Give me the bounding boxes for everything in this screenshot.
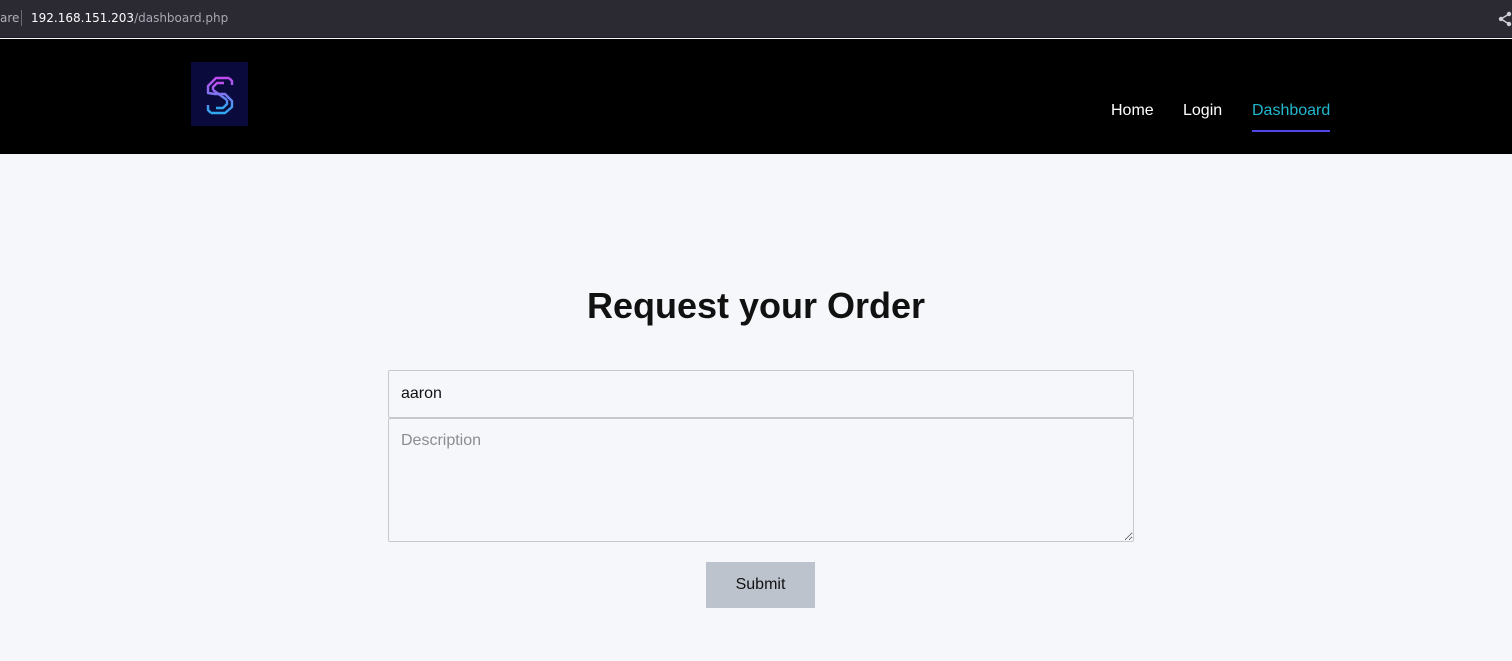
address-field[interactable]: 192.168.151.203/dashboard.php (31, 11, 228, 25)
description-textarea[interactable] (388, 418, 1134, 542)
submit-button[interactable]: Submit (706, 562, 815, 608)
browser-url-bar: are 192.168.151.203/dashboard.php (0, 0, 1512, 38)
url-separator (21, 10, 22, 26)
name-input[interactable] (388, 370, 1134, 418)
nav-dashboard-link[interactable]: Dashboard (1252, 100, 1331, 132)
page-title: Request your Order (586, 285, 926, 326)
main-nav: Home Login Dashboard (0, 100, 1512, 134)
share-icon[interactable] (1497, 11, 1512, 27)
site-header: Home Login Dashboard (0, 39, 1512, 154)
url-host: 192.168.151.203 (31, 11, 135, 25)
site-info-fragment: are (0, 11, 20, 25)
nav-home-link[interactable]: Home (1111, 100, 1154, 122)
nav-login-link[interactable]: Login (1183, 100, 1222, 122)
url-path: /dashboard.php (134, 11, 229, 25)
